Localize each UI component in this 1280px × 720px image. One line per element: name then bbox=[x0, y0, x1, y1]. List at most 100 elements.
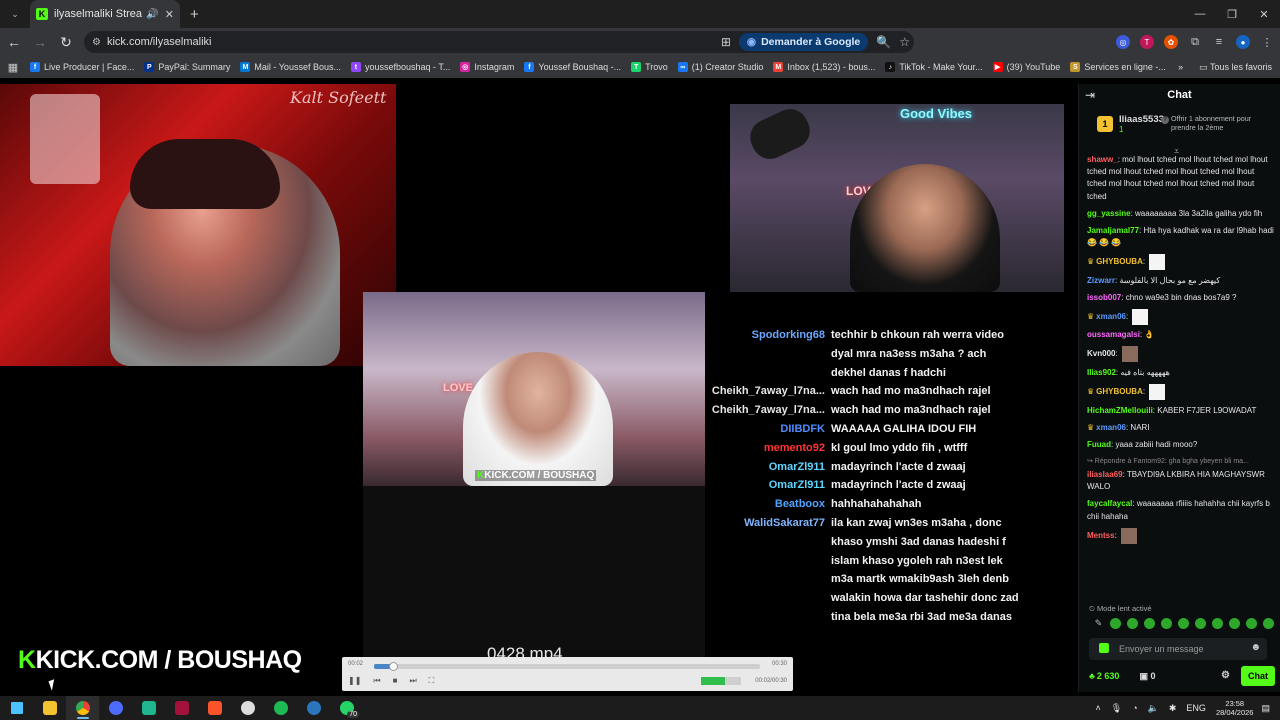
chat-message[interactable]: Zizwarr: كيهضر مع مو بحال الا بالفلوسة bbox=[1087, 275, 1275, 287]
chat-username[interactable]: Jamaljamal77 bbox=[1087, 226, 1139, 235]
chat-username[interactable]: shaww_ bbox=[1087, 155, 1118, 164]
chat-message[interactable]: ♛ GHYBOUBA: bbox=[1087, 253, 1275, 270]
chat-username[interactable]: iliaslaa69 bbox=[1087, 470, 1123, 479]
tray-overflow-icon[interactable]: ˄ bbox=[1096, 703, 1101, 713]
stream-player[interactable]: Kalt Sofeett Good Vibes LOVE LOVE KKICK.… bbox=[0, 84, 1078, 692]
forward-icon[interactable]: → bbox=[28, 34, 52, 50]
close-window-icon[interactable]: ✕ bbox=[1248, 8, 1280, 21]
bookmark-item[interactable]: ∞ (1) Creator Studio bbox=[677, 62, 763, 72]
emote-button[interactable] bbox=[1161, 618, 1172, 629]
reload-icon[interactable]: ↻ bbox=[54, 34, 78, 51]
chat-username[interactable]: GHYBOUBA bbox=[1096, 257, 1143, 266]
collapse-chat-icon[interactable]: ⇥ bbox=[1085, 88, 1095, 102]
gift-offer[interactable]: ? Offrir 1 abonnement pour prendre la 2èm… bbox=[1161, 114, 1271, 132]
chat-username[interactable]: GHYBOUBA bbox=[1096, 387, 1143, 396]
chat-message[interactable]: shaww_: mol lhout tched mol lhout tched … bbox=[1087, 154, 1275, 203]
puzzle-icon[interactable]: ⧉ bbox=[1188, 35, 1202, 49]
tab-search-icon[interactable]: ⌄ bbox=[6, 5, 24, 23]
previous-icon[interactable]: ⏮ bbox=[373, 676, 380, 686]
chat-settings-icon[interactable]: ⚙ bbox=[1221, 670, 1230, 681]
chat-message[interactable]: issob007: chno wa9e3 bin dnas bos7a9 ? bbox=[1087, 292, 1275, 304]
minimize-icon[interactable]: — bbox=[1184, 8, 1216, 20]
chat-username[interactable]: HichamZMellouili bbox=[1087, 406, 1153, 415]
bookmark-item[interactable]: t youssefboushaq - T... bbox=[350, 62, 450, 72]
bookmark-item[interactable]: M Inbox (1,523) - bous... bbox=[773, 62, 875, 72]
bluetooth-icon[interactable]: ✱ bbox=[1169, 703, 1177, 714]
app-button[interactable] bbox=[231, 696, 264, 720]
apps-grid-icon[interactable]: ▦ bbox=[0, 61, 26, 74]
ask-google-button[interactable]: ◉ Demander à Google bbox=[738, 33, 869, 51]
active-tab[interactable]: K ilyaselmaliki Stream - Watch 🔊 ✕ bbox=[30, 0, 180, 28]
emote-button[interactable] bbox=[1144, 618, 1155, 629]
bookmark-star-icon[interactable]: ☆ bbox=[899, 35, 910, 49]
chat-message[interactable]: Fuuad: yaaa zabiii hadi mooo? bbox=[1087, 439, 1275, 451]
spotify-button[interactable] bbox=[264, 696, 297, 720]
stop-icon[interactable]: ■ bbox=[393, 676, 398, 686]
network-icon[interactable]: ◔ bbox=[1132, 703, 1137, 713]
microphone-tray-icon[interactable]: 🎙 bbox=[1111, 703, 1122, 714]
bookmark-item[interactable]: ◎ Instagram bbox=[460, 62, 514, 72]
chat-username[interactable]: xman06 bbox=[1096, 312, 1126, 321]
translate-icon[interactable]: ⊞ bbox=[721, 35, 731, 49]
bookmark-item[interactable]: ▶ (39) YouTube bbox=[992, 62, 1060, 72]
chat-message[interactable]: Kvn000: bbox=[1087, 346, 1275, 363]
file-explorer-button[interactable] bbox=[33, 696, 66, 720]
gift-subs[interactable]: ▣ 0 bbox=[1139, 671, 1155, 682]
chat-message[interactable]: Jamaljamal77: Hta hya kadhak wa ra dar l… bbox=[1087, 225, 1275, 249]
volume-icon[interactable]: 🔈 bbox=[1148, 703, 1159, 714]
next-icon[interactable]: ⏭ bbox=[409, 676, 416, 686]
chat-username[interactable]: Zizwarr bbox=[1087, 276, 1115, 285]
all-favorites-folder[interactable]: ▭ Tous les favoris bbox=[1199, 62, 1272, 73]
emote-button[interactable] bbox=[1263, 618, 1274, 629]
chrome-button[interactable] bbox=[66, 696, 99, 720]
back-icon[interactable]: ← bbox=[2, 34, 26, 50]
new-tab-icon[interactable]: + bbox=[190, 6, 199, 23]
seek-bar[interactable] bbox=[374, 662, 760, 671]
app-button[interactable] bbox=[165, 696, 198, 720]
clock[interactable]: 23:58 28/04/2026 bbox=[1216, 699, 1254, 717]
chat-username[interactable]: xman06 bbox=[1096, 423, 1126, 432]
seek-handle[interactable] bbox=[389, 662, 399, 671]
chat-username[interactable]: Kvn000 bbox=[1087, 350, 1115, 359]
brave-button[interactable] bbox=[198, 696, 231, 720]
bookmark-item[interactable]: f Live Producer | Face... bbox=[30, 62, 134, 72]
bookmark-item[interactable]: S Services en ligne -... bbox=[1070, 62, 1166, 72]
bookmark-item[interactable]: T Trovo bbox=[631, 62, 668, 72]
emote-button[interactable] bbox=[1110, 618, 1121, 629]
chat-username[interactable]: faycalfaycal bbox=[1087, 499, 1132, 508]
reply-context[interactable]: ↪ Répondre à Fantom92: gha bgha ybeyen b… bbox=[1087, 456, 1275, 468]
whatsapp-button[interactable]: 70 bbox=[330, 696, 363, 720]
chat-message[interactable]: ♛ GHYBOUBA: bbox=[1087, 384, 1275, 401]
reading-list-icon[interactable]: ≡ bbox=[1212, 35, 1226, 49]
chat-message[interactable]: Ilias902: هههههه بتاه فيه bbox=[1087, 367, 1275, 379]
chat-message[interactable]: ♛ xman06: bbox=[1087, 308, 1275, 325]
chat-message[interactable]: Mentss: bbox=[1087, 527, 1275, 544]
chat-username[interactable]: oussamagalsi bbox=[1087, 330, 1140, 339]
chat-username[interactable]: gg_yassine bbox=[1087, 209, 1131, 218]
address-bar[interactable]: ⚙ kick.com/ilyaselmaliki ⊞ ◉ Demander à G… bbox=[84, 31, 914, 53]
bookmark-item[interactable]: ♪ TikTok - Make Your... bbox=[885, 62, 983, 72]
emote-button[interactable] bbox=[1212, 618, 1223, 629]
emoji-picker-icon[interactable]: ☻ bbox=[1250, 642, 1261, 653]
extension-icon[interactable]: T bbox=[1140, 35, 1154, 49]
emote-button[interactable] bbox=[1195, 618, 1206, 629]
app-button[interactable] bbox=[132, 696, 165, 720]
start-button[interactable] bbox=[0, 696, 33, 720]
steam-button[interactable] bbox=[297, 696, 330, 720]
chat-message[interactable]: HichamZMellouili: KABER F7JER L9OWADAT bbox=[1087, 405, 1275, 417]
menu-kebab-icon[interactable]: ⋮ bbox=[1260, 35, 1274, 49]
zoom-icon[interactable]: 🔍 bbox=[876, 35, 891, 49]
gift-user-block[interactable]: Iliaas5533 1 bbox=[1119, 114, 1164, 134]
chat-message[interactable]: faycalfaycal: waaaaaaa rfiiiis hahahha c… bbox=[1087, 498, 1275, 522]
chat-message[interactable]: oussamagalsi: 👌 bbox=[1087, 329, 1275, 341]
extension-icon[interactable]: ✿ bbox=[1164, 35, 1178, 49]
chat-username[interactable]: Ilias902 bbox=[1087, 368, 1116, 377]
bookmark-item[interactable]: f Youssef Boushaq -... bbox=[524, 62, 621, 72]
more-bookmarks-icon[interactable]: » bbox=[1178, 62, 1183, 72]
profile-avatar[interactable]: ● bbox=[1236, 35, 1250, 49]
restore-icon[interactable]: ❐ bbox=[1216, 8, 1248, 21]
emote-button[interactable] bbox=[1178, 618, 1189, 629]
extension-icon[interactable]: ◎ bbox=[1116, 35, 1130, 49]
chat-message[interactable]: ♛ xman06: NARI bbox=[1087, 422, 1275, 434]
site-info-icon[interactable]: ⚙ bbox=[92, 37, 101, 48]
